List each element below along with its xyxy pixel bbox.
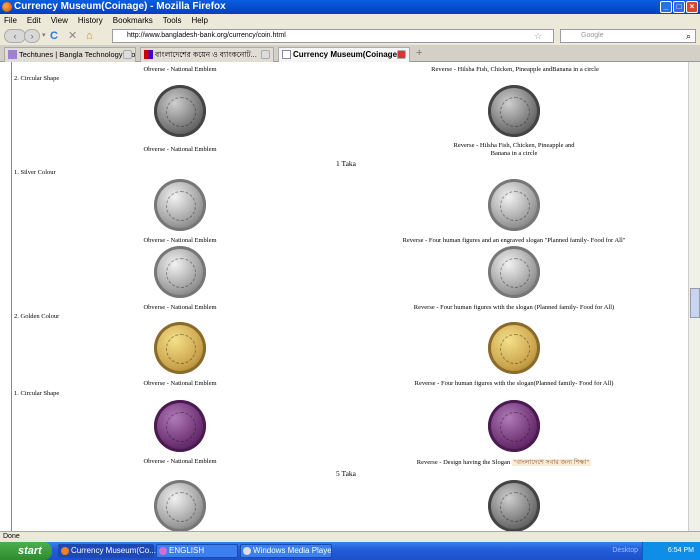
tab-techtunes[interactable]: Techtunes | Bangla Technology Bloggin...	[4, 47, 136, 62]
section-label: 1. Circular Shape	[14, 390, 60, 397]
status-text: Done	[3, 533, 20, 540]
minimize-button[interactable]: _	[660, 1, 672, 13]
coin-obverse-image	[154, 322, 206, 374]
tab-close-icon[interactable]	[261, 50, 270, 59]
section-label: 1. Silver Colour	[14, 169, 56, 176]
caption-reverse: Reverse - Four human figures with the sl…	[414, 380, 614, 387]
tab-close-icon[interactable]	[397, 50, 406, 59]
coin-reverse-image	[488, 322, 540, 374]
tab-bangla-coins[interactable]: বাংলাদেশের কয়েন ও ব্যাংকনোট...	[140, 47, 274, 62]
taskbar-item-english[interactable]: ENGLISH	[156, 544, 238, 558]
bookmark-star-icon[interactable]: ☆	[534, 29, 542, 43]
taskbar-item-media-player[interactable]: Windows Media Player	[240, 544, 332, 558]
search-input[interactable]: Google	[560, 29, 696, 43]
menu-help[interactable]: Help	[191, 14, 207, 27]
search-icon[interactable]: ⌕	[686, 29, 691, 43]
caption-reverse: Reverse - Design having the Slogan "বাংল…	[416, 459, 592, 466]
section-label: 2. Circular Shape	[14, 75, 60, 82]
caption-obverse: Obverse - National Emblem	[143, 66, 217, 73]
tab-currency-museum[interactable]: Currency Museum(Coinage)	[278, 47, 410, 62]
coin-obverse-image	[154, 480, 206, 531]
coin-reverse-image	[488, 246, 540, 298]
menu-view[interactable]: View	[51, 14, 68, 27]
menu-bar: File Edit View History Bookmarks Tools H…	[0, 14, 700, 27]
desktop-toolbar[interactable]: Desktop	[612, 542, 638, 560]
coin-reverse-image	[488, 480, 540, 531]
tab-favicon	[144, 50, 153, 59]
close-button[interactable]: ×	[686, 1, 698, 13]
firefox-icon	[61, 547, 69, 555]
slogan-image: "বাংলাদেশে সবার জন্য শিক্ষা"	[511, 459, 592, 466]
navigation-toolbar: ‹ › ▾ C ✕ ⌂ http://www.bangladesh-bank.o…	[0, 27, 700, 45]
caption-reverse: Reverse - Hilsha Fish, Chicken, Pineappl…	[453, 142, 575, 149]
home-icon[interactable]: ⌂	[86, 29, 93, 43]
start-button[interactable]: start	[0, 542, 52, 560]
menu-edit[interactable]: Edit	[27, 14, 41, 27]
clock: 6:54 PM	[667, 547, 694, 554]
divider	[11, 62, 12, 531]
url-bar[interactable]: http://www.bangladesh-bank.org/currency/…	[112, 29, 554, 43]
history-dropdown-icon[interactable]: ▾	[42, 29, 46, 43]
caption-reverse: Banana in a circle	[490, 150, 538, 157]
caption-obverse: Obverse - National Emblem	[143, 237, 217, 244]
system-tray: 6:54 PM	[642, 542, 700, 560]
caption-obverse: Obverse - National Emblem	[143, 146, 217, 153]
tab-close-icon[interactable]	[123, 50, 132, 59]
title-bar: Currency Museum(Coinage) - Mozilla Firef…	[0, 0, 700, 14]
menu-file[interactable]: File	[4, 14, 17, 27]
denomination-heading: 1 Taka	[336, 159, 356, 168]
language-icon	[159, 547, 167, 555]
tab-favicon	[8, 50, 17, 59]
status-bar: Done	[0, 531, 700, 542]
menu-history[interactable]: History	[78, 14, 103, 27]
coin-obverse-image	[154, 179, 206, 231]
denomination-heading: 5 Taka	[336, 469, 356, 478]
caption-obverse: Obverse - National Emblem	[143, 304, 217, 311]
caption-obverse: Obverse - National Emblem	[143, 458, 217, 465]
coin-reverse-image	[488, 400, 540, 452]
coin-reverse-image	[488, 85, 540, 137]
reload-icon[interactable]: C	[50, 29, 58, 43]
stop-icon[interactable]: ✕	[68, 29, 77, 43]
menu-tools[interactable]: Tools	[163, 14, 182, 27]
menu-bookmarks[interactable]: Bookmarks	[113, 14, 153, 27]
coin-obverse-image	[154, 246, 206, 298]
media-player-icon	[243, 547, 251, 555]
vertical-scrollbar[interactable]	[688, 62, 700, 531]
taskbar: start Currency Museum(Co... ENGLISH Wind…	[0, 542, 700, 560]
caption-obverse: Obverse - National Emblem	[143, 380, 217, 387]
section-label: 2. Golden Colour	[14, 313, 60, 320]
new-tab-icon[interactable]: +	[416, 46, 422, 60]
scrollbar-thumb[interactable]	[690, 288, 700, 318]
taskbar-item-firefox[interactable]: Currency Museum(Co...	[58, 544, 156, 558]
tab-bar: Techtunes | Bangla Technology Bloggin...…	[0, 45, 700, 62]
forward-button[interactable]: ›	[24, 29, 40, 43]
maximize-button[interactable]: □	[673, 1, 685, 13]
caption-reverse: Reverse - Four human figures with the sl…	[413, 304, 615, 311]
coin-obverse-image	[154, 85, 206, 137]
page-content: Obverse - National Emblem Reverse - Hils…	[0, 62, 688, 531]
tab-favicon	[282, 50, 291, 59]
caption-reverse: Reverse - Four human figures and an engr…	[402, 237, 626, 244]
url-text: http://www.bangladesh-bank.org/currency/…	[127, 32, 286, 39]
caption-reverse: Reverse - Hilsha Fish, Chicken, Pineappl…	[431, 66, 599, 73]
coin-obverse-image	[154, 400, 206, 452]
firefox-icon	[2, 2, 12, 12]
coin-reverse-image	[488, 179, 540, 231]
back-button[interactable]: ‹	[4, 29, 26, 43]
window-title: Currency Museum(Coinage) - Mozilla Firef…	[14, 1, 226, 12]
